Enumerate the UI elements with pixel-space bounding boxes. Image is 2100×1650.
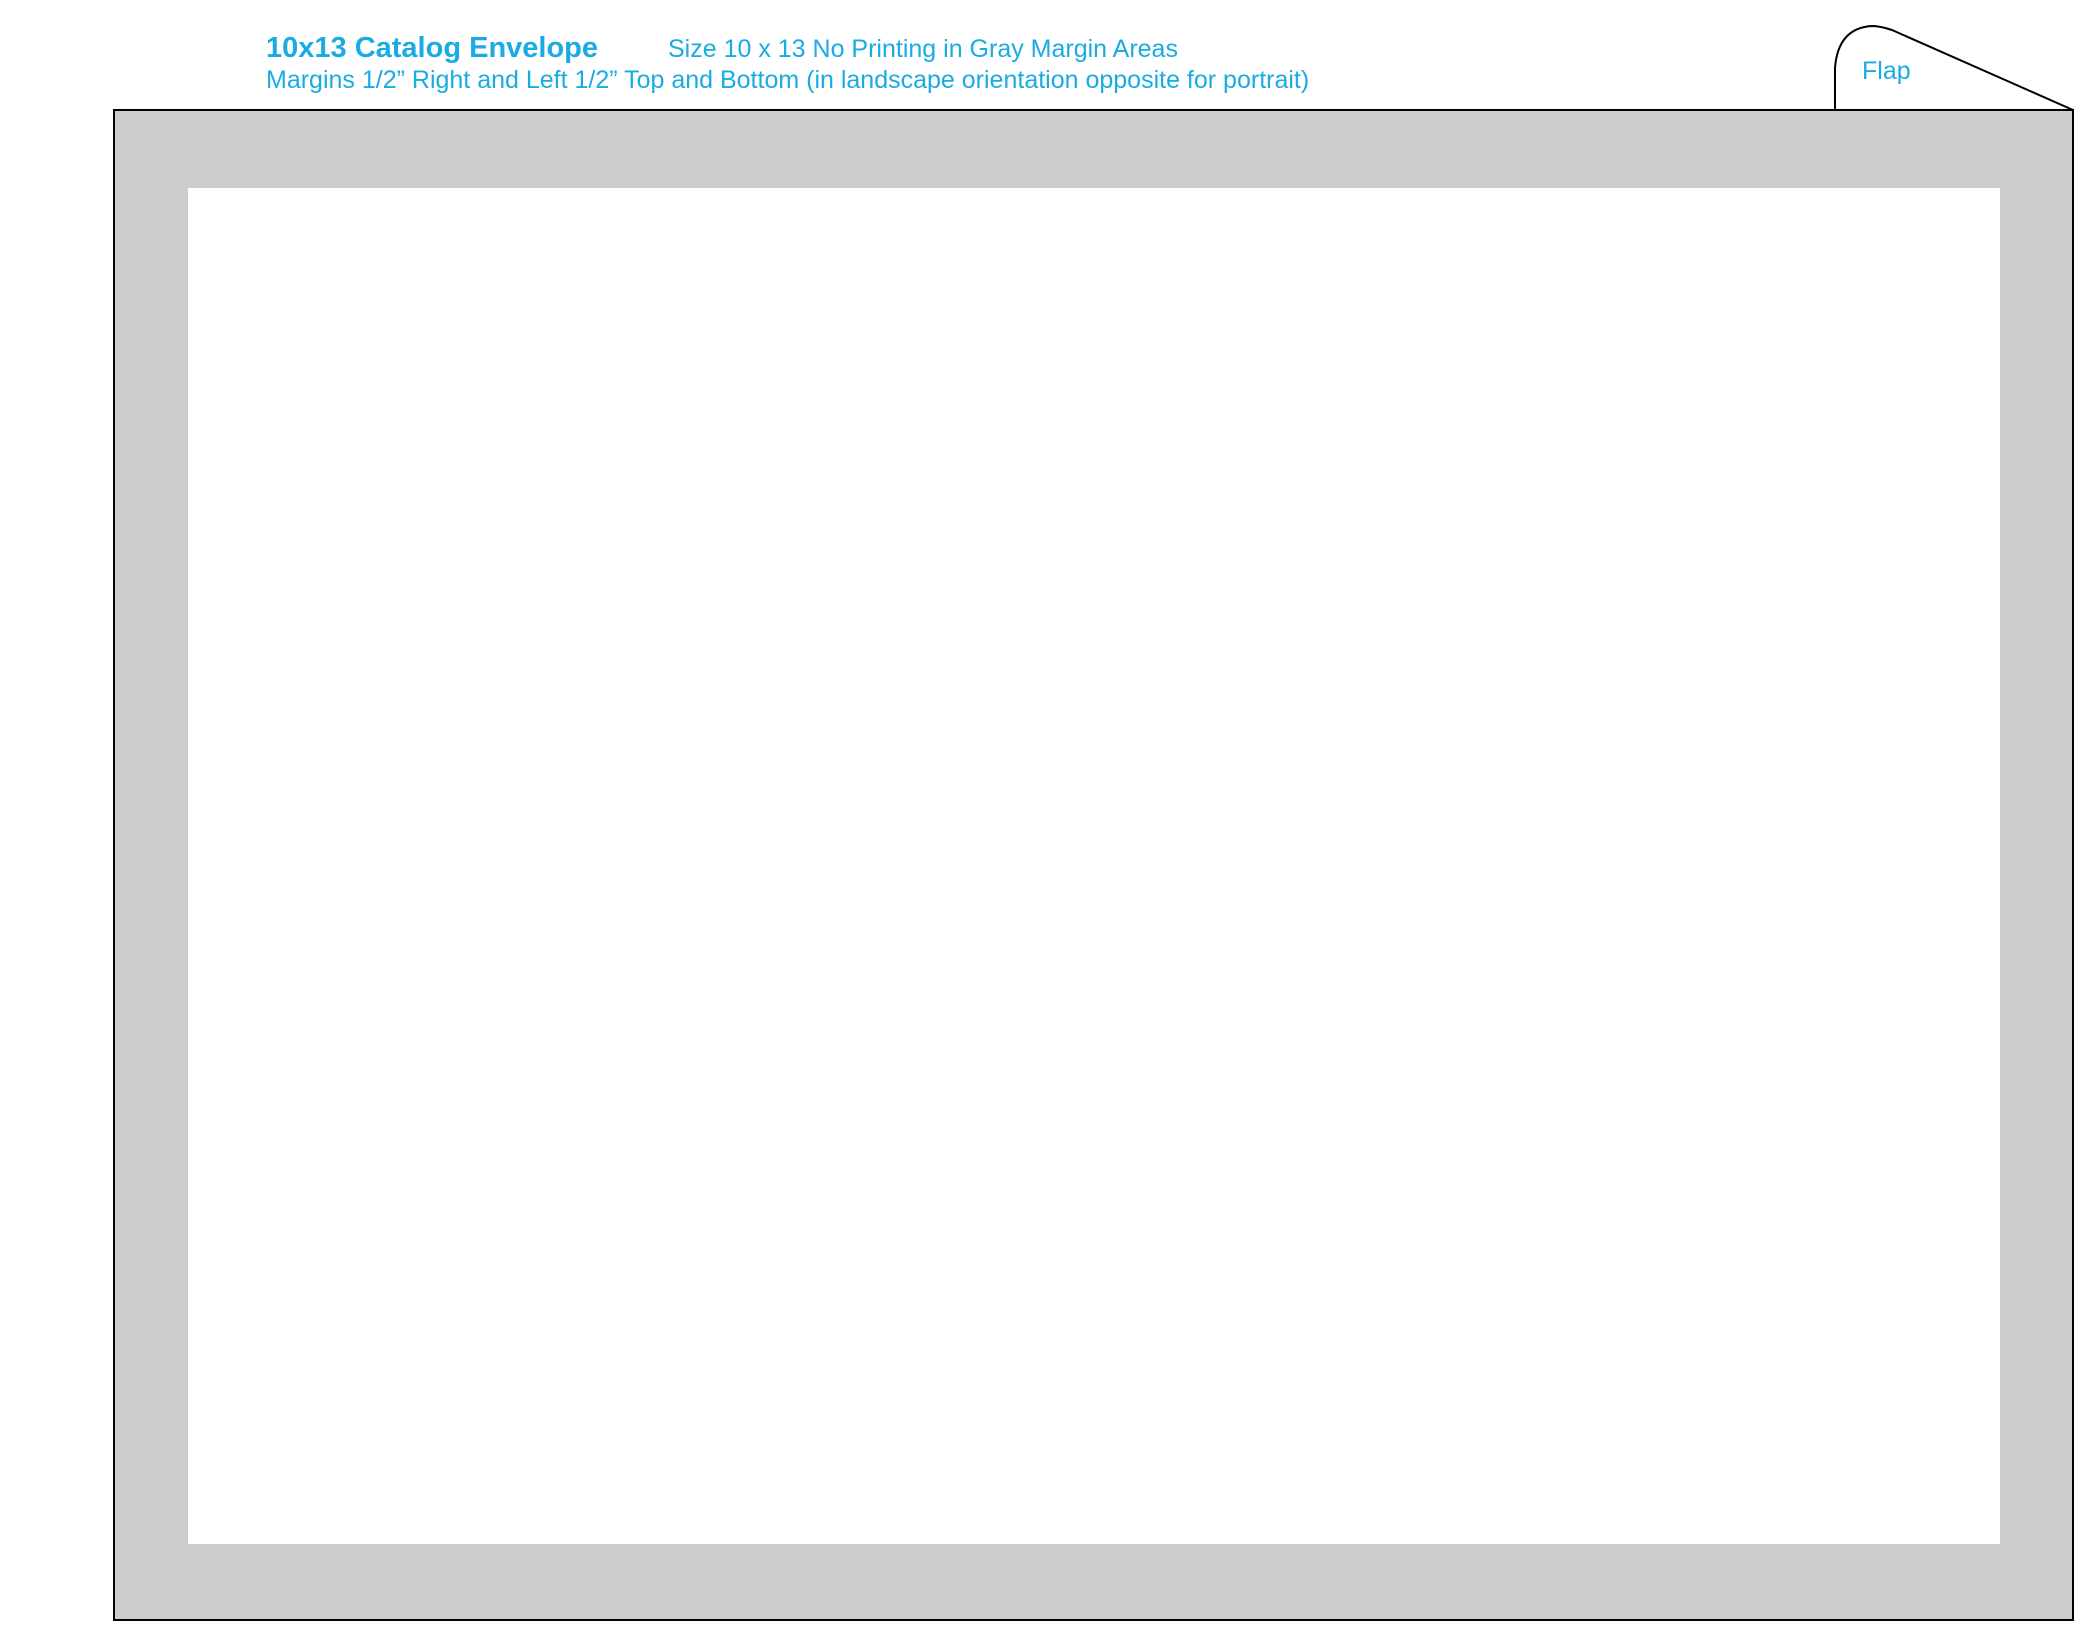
envelope-title: 10x13 Catalog Envelope	[266, 32, 599, 64]
printable-area	[188, 188, 2000, 1544]
flap-label: Flap	[1862, 57, 1911, 85]
envelope-template-page: 10x13 Catalog Envelope Size 10 x 13 No P…	[0, 0, 2100, 1650]
envelope-drawing	[113, 24, 2074, 1621]
size-note: Size 10 x 13 No Printing in Gray Margin …	[668, 35, 1178, 63]
margins-note: Margins 1/2” Right and Left 1/2” Top and…	[266, 66, 1310, 94]
